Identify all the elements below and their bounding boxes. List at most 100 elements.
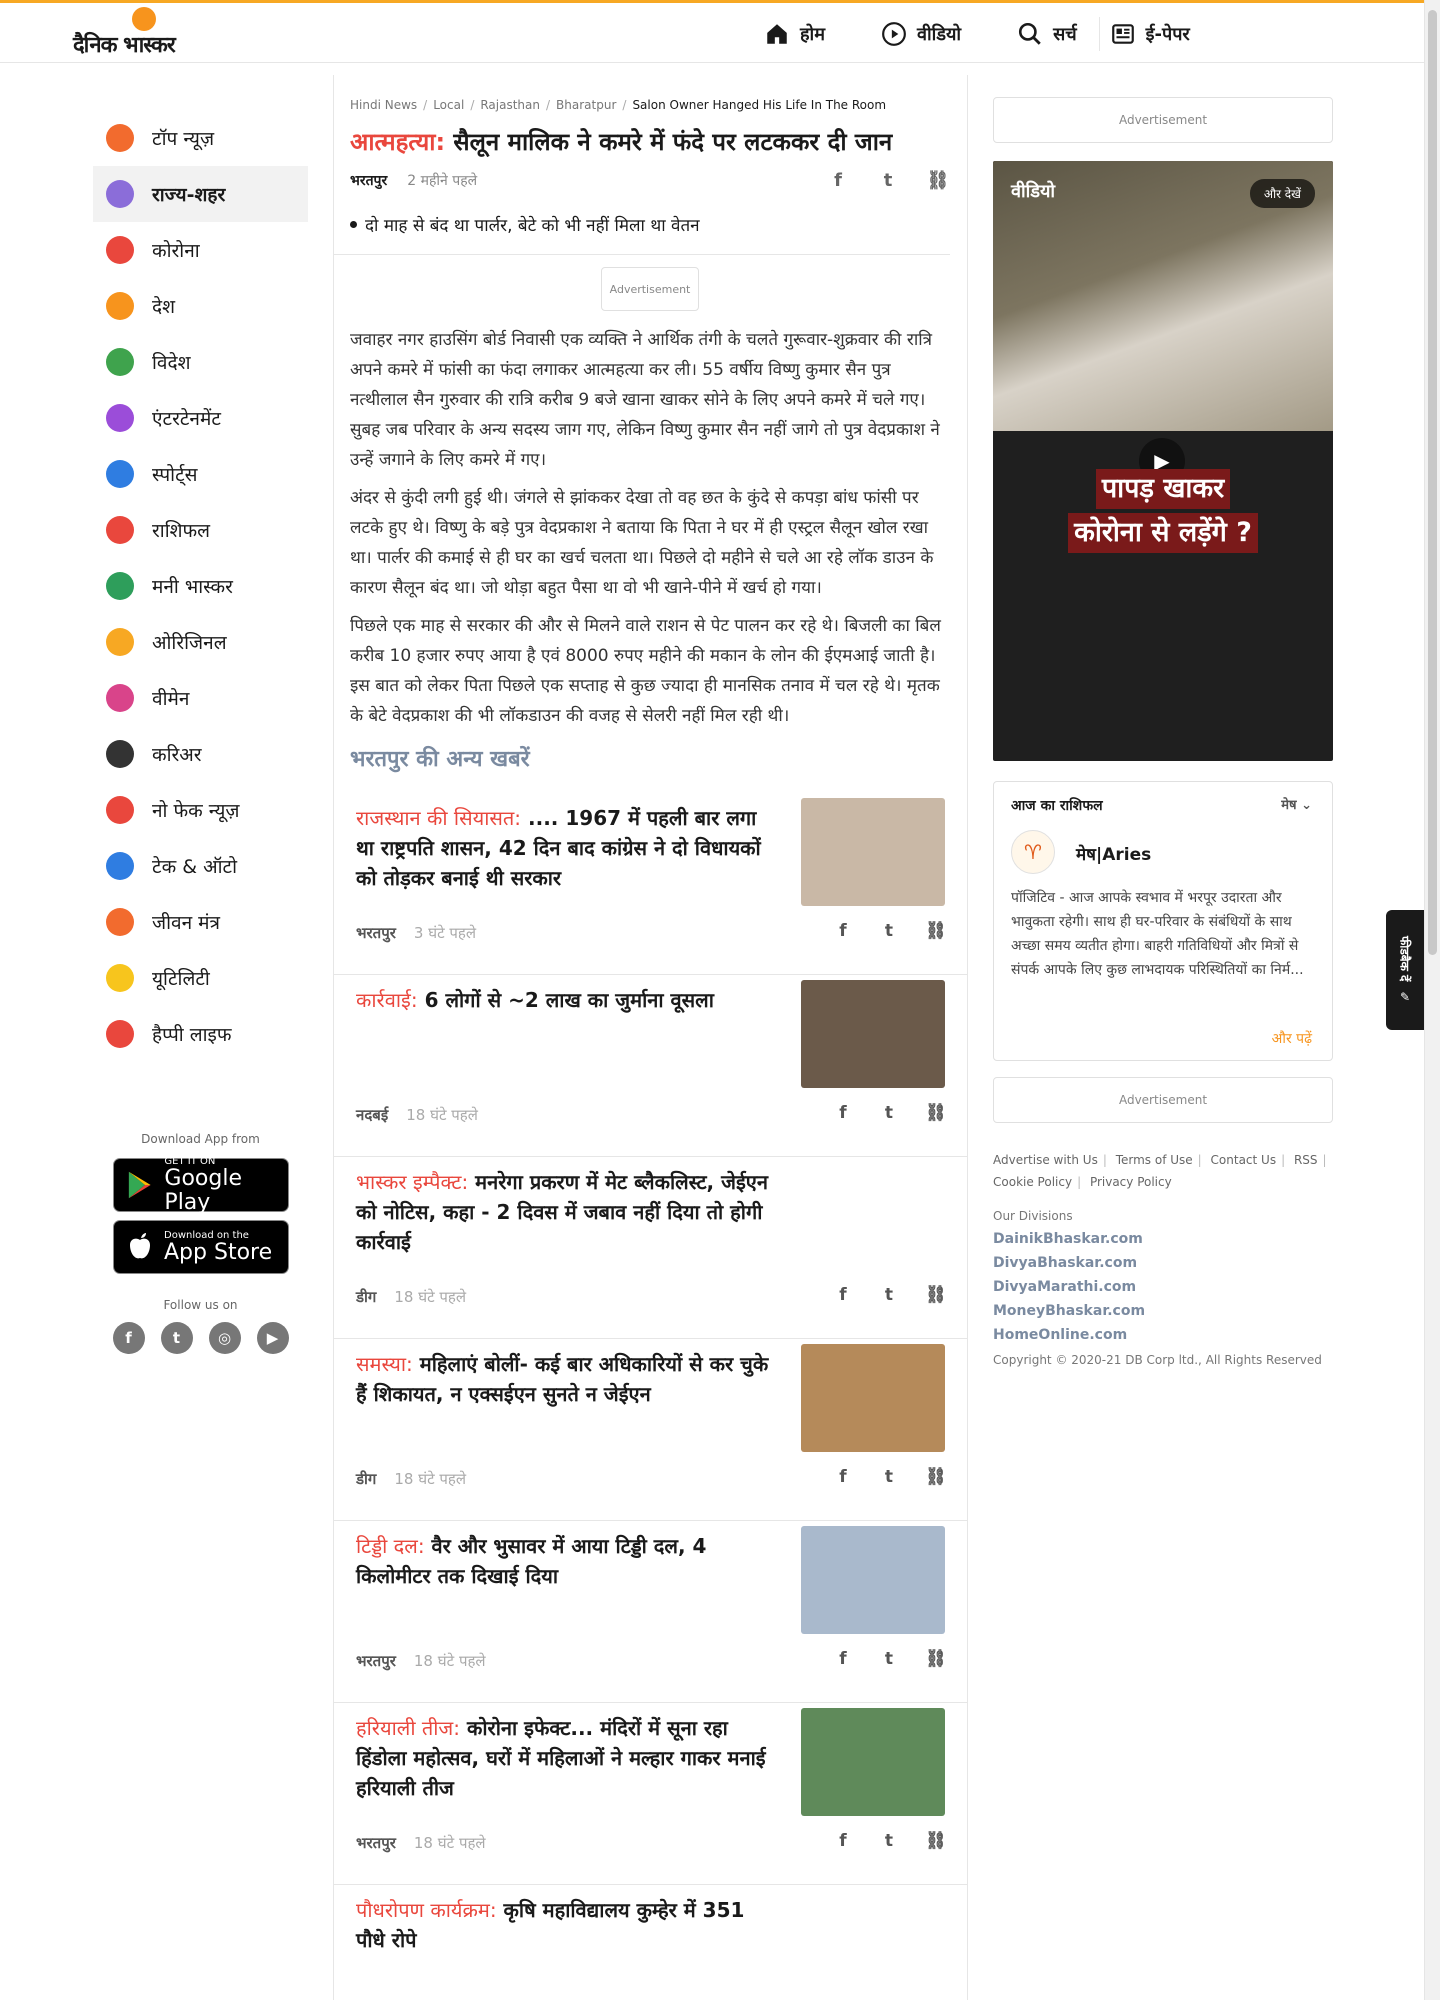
link-icon[interactable]: ⛓ <box>925 1649 947 1669</box>
nav-home[interactable]: होम <box>764 21 825 47</box>
horoscope-read-more[interactable]: और पढ़ें <box>1272 1029 1312 1048</box>
footer-link[interactable]: Terms of Use <box>1116 1153 1193 1167</box>
news-card-title[interactable]: भास्कर इम्पैक्ट: मनरेगा प्रकरण में मेट ब… <box>356 1167 776 1257</box>
facebook-icon[interactable]: f <box>112 1322 145 1354</box>
sidebar-item[interactable]: विदेश <box>93 334 308 390</box>
news-card-title[interactable]: राजस्थान की सियासत: .... 1967 में पहली ब… <box>356 803 776 893</box>
breadcrumb-item[interactable]: Local <box>433 98 464 112</box>
sidebar-item[interactable]: हैप्पी लाइफ <box>93 1006 308 1062</box>
advertisement[interactable]: Advertisement <box>601 267 699 311</box>
twitter-icon[interactable]: t <box>879 1649 899 1669</box>
news-card-title[interactable]: हरियाली तीज: कोरोना इफेक्ट... मंदिरों मे… <box>356 1713 776 1803</box>
sidebar-item[interactable]: करिअर <box>93 726 308 782</box>
sidebar-item[interactable]: मनी भास्कर <box>93 558 308 614</box>
sidebar-item[interactable]: टेक & ऑटो <box>93 838 308 894</box>
news-card-location[interactable]: डीग <box>356 1470 376 1488</box>
news-card-title[interactable]: समस्या: महिलाएं बोलीं- कई बार अधिकारियों… <box>356 1349 776 1409</box>
breadcrumb-item[interactable]: Bharatpur <box>556 98 616 112</box>
link-icon[interactable]: ⛓ <box>925 921 947 941</box>
facebook-icon[interactable]: f <box>833 1285 853 1305</box>
news-card-location[interactable]: डीग <box>356 1288 376 1306</box>
feedback-button[interactable]: फीडबैक दें ✎ <box>1386 910 1424 1030</box>
division-link[interactable]: DivyaMarathi.com <box>993 1279 1333 1295</box>
page-scrollbar[interactable] <box>1424 0 1440 2000</box>
footer-link[interactable]: RSS <box>1294 1153 1318 1167</box>
news-card[interactable]: हरियाली तीज: कोरोना इफेक्ट... मंदिरों मे… <box>333 1703 967 1885</box>
sidebar-item[interactable]: जीवन मंत्र <box>93 894 308 950</box>
footer-link[interactable]: Cookie Policy <box>993 1175 1072 1189</box>
news-card[interactable]: कार्रवाई: 6 लोगों से ~2 लाख का जुर्माना … <box>333 975 967 1157</box>
google-play-button[interactable]: GET IT ON Google Play <box>113 1156 289 1214</box>
instagram-icon[interactable]: ◎ <box>208 1322 241 1354</box>
division-link[interactable]: MoneyBhaskar.com <box>993 1303 1333 1319</box>
sidebar-item[interactable]: राज्य-शहर <box>93 166 308 222</box>
news-card-title[interactable]: कार्रवाई: 6 लोगों से ~2 लाख का जुर्माना … <box>356 985 776 1015</box>
sidebar-item[interactable]: नो फेक न्यूज़ <box>93 782 308 838</box>
facebook-icon[interactable]: f <box>833 1103 853 1123</box>
sidebar-item[interactable]: टॉप न्यूज़ <box>93 110 308 166</box>
news-card-thumbnail[interactable] <box>801 1526 945 1634</box>
link-icon[interactable]: ⛓ <box>925 1467 947 1487</box>
site-logo[interactable]: दैनिक भास्कर <box>73 7 176 59</box>
link-icon[interactable]: ⛓ <box>925 1285 947 1305</box>
twitter-icon[interactable]: t <box>879 1831 899 1851</box>
sidebar-item[interactable]: वीमेन <box>93 670 308 726</box>
news-card-thumbnail[interactable] <box>801 798 945 906</box>
twitter-icon[interactable]: t <box>879 921 899 941</box>
sidebar-item[interactable]: ओरिजिनल <box>93 614 308 670</box>
twitter-icon[interactable]: t <box>876 170 900 191</box>
horoscope-sign-select[interactable]: मेष ⌄ <box>1281 795 1312 813</box>
news-card-thumbnail[interactable] <box>801 980 945 1088</box>
link-icon[interactable]: ⛓ <box>926 170 950 191</box>
sidebar-item[interactable]: स्पोर्ट्स <box>93 446 308 502</box>
breadcrumb-item[interactable]: Rajasthan <box>480 98 540 112</box>
sidebar-item[interactable]: यूटिलिटी <box>93 950 308 1006</box>
app-store-button[interactable]: Download on the App Store <box>113 1220 289 1274</box>
news-card-title[interactable]: टिड्डी दल: वैर और भुसावर में आया टिड्डी … <box>356 1531 776 1591</box>
sidebar-item[interactable]: देश <box>93 278 308 334</box>
news-card[interactable]: पौधरोपण कार्यक्रम: कृषि महाविद्यालय कुम्… <box>333 1885 967 2000</box>
footer-link[interactable]: Privacy Policy <box>1090 1175 1172 1189</box>
footer-link[interactable]: Advertise with Us <box>993 1153 1098 1167</box>
advertisement[interactable]: Advertisement <box>993 1077 1333 1123</box>
news-card-location[interactable]: भरतपुर <box>356 1652 396 1670</box>
breadcrumb-item[interactable]: Hindi News <box>350 98 417 112</box>
video-more-button[interactable]: और देखें <box>1249 179 1315 208</box>
link-icon[interactable]: ⛓ <box>925 1831 947 1851</box>
news-card-thumbnail[interactable] <box>801 1344 945 1452</box>
news-card-location[interactable]: नदबई <box>356 1106 388 1124</box>
sidebar-item[interactable]: एंटरटेनमेंट <box>93 390 308 446</box>
news-card-thumbnail[interactable] <box>801 1708 945 1816</box>
news-card-location[interactable]: भरतपुर <box>356 924 396 942</box>
youtube-icon[interactable]: ▶ <box>256 1322 289 1354</box>
facebook-icon[interactable]: f <box>833 1649 853 1669</box>
nav-video[interactable]: वीडियो <box>881 21 961 47</box>
link-icon[interactable]: ⛓ <box>925 1103 947 1123</box>
facebook-icon[interactable]: f <box>833 1831 853 1851</box>
twitter-icon[interactable]: t <box>879 1285 899 1305</box>
news-card-title[interactable]: पौधरोपण कार्यक्रम: कृषि महाविद्यालय कुम्… <box>356 1895 776 1955</box>
footer-link[interactable]: Contact Us <box>1211 1153 1277 1167</box>
twitter-icon[interactable]: t <box>160 1322 193 1354</box>
nav-epaper[interactable]: ई-पेपर <box>1110 21 1190 47</box>
facebook-icon[interactable]: f <box>833 1467 853 1487</box>
news-card[interactable]: समस्या: महिलाएं बोलीं- कई बार अधिकारियों… <box>333 1339 967 1521</box>
twitter-icon[interactable]: t <box>879 1103 899 1123</box>
news-card[interactable]: टिड्डी दल: वैर और भुसावर में आया टिड्डी … <box>333 1521 967 1703</box>
article-location[interactable]: भरतपुर <box>350 171 387 190</box>
division-link[interactable]: HomeOnline.com <box>993 1327 1333 1343</box>
advertisement[interactable]: Advertisement <box>993 97 1333 143</box>
division-link[interactable]: DivyaBhaskar.com <box>993 1255 1333 1271</box>
sidebar-item[interactable]: राशिफल <box>93 502 308 558</box>
scrollbar-thumb[interactable] <box>1428 10 1437 955</box>
video-widget[interactable]: वीडियो और देखें ▶ पापड़ खाकर कोरोना से ल… <box>993 161 1333 761</box>
sidebar-item[interactable]: कोरोना <box>93 222 308 278</box>
facebook-icon[interactable]: f <box>833 921 853 941</box>
twitter-icon[interactable]: t <box>879 1467 899 1487</box>
division-link[interactable]: DainikBhaskar.com <box>993 1231 1333 1247</box>
news-card[interactable]: राजस्थान की सियासत: .... 1967 में पहली ब… <box>333 793 967 975</box>
facebook-icon[interactable]: f <box>826 170 850 191</box>
news-card-location[interactable]: भरतपुर <box>356 1834 396 1852</box>
news-card[interactable]: भास्कर इम्पैक्ट: मनरेगा प्रकरण में मेट ब… <box>333 1157 967 1339</box>
nav-search[interactable]: सर्च <box>1017 21 1077 47</box>
